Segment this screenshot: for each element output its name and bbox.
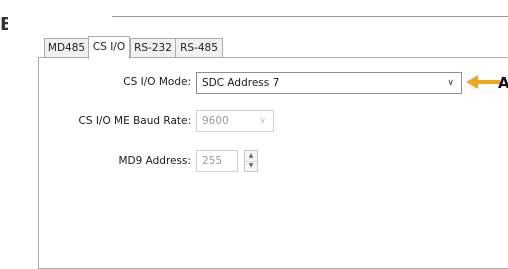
cs-io-mode-select[interactable]: SDC Address 7 ∨ xyxy=(196,72,462,94)
callout-label: A xyxy=(498,74,508,92)
callout-arrow-icon xyxy=(466,75,500,89)
top-divider xyxy=(112,16,508,17)
chevron-down-icon: ∨ xyxy=(259,116,266,126)
spin-down-icon[interactable]: ▼ xyxy=(245,161,257,171)
cs-io-mode-label: CS I/O Mode: xyxy=(123,76,191,88)
md9-address-label: MD9 Address: xyxy=(118,155,191,167)
tab-rs485[interactable]: RS-485 xyxy=(175,38,223,57)
md9-address-spinner[interactable]: ▲ ▼ xyxy=(244,150,258,172)
tab-md485[interactable]: MD485 xyxy=(44,38,89,57)
cs-io-mode-value: SDC Address 7 xyxy=(202,77,280,89)
baud-rate-value: 9600 xyxy=(202,115,229,127)
tab-cs-io[interactable]: CS I/O xyxy=(88,36,130,59)
baud-rate-select[interactable]: 9600 ∨ xyxy=(196,110,274,132)
chevron-down-icon: ∨ xyxy=(447,78,454,88)
tab-rs232[interactable]: RS-232 xyxy=(130,38,176,57)
figure-corner-label: B xyxy=(0,14,8,35)
md9-address-input[interactable]: 255 xyxy=(196,150,238,172)
baud-rate-label: CS I/O ME Baud Rate: xyxy=(78,115,191,127)
